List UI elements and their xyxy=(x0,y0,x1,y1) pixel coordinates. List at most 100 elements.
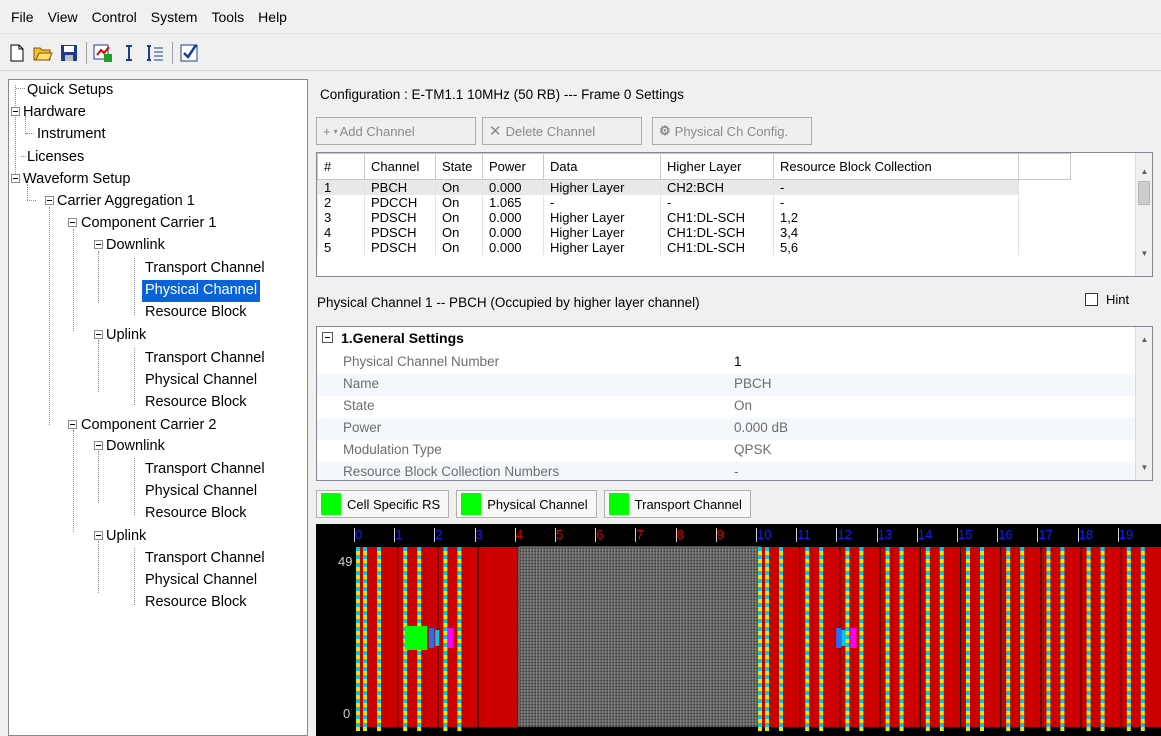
column-header[interactable]: Power xyxy=(482,153,544,180)
scroll-down-icon[interactable]: ▼ xyxy=(1136,249,1152,258)
column-header[interactable]: State xyxy=(435,153,483,180)
reference-signal xyxy=(980,555,984,559)
hint-checkbox[interactable]: Hint xyxy=(1085,292,1129,307)
tree-item-cc2-dl-physical-channel[interactable]: Physical Channel xyxy=(142,481,260,503)
cell xyxy=(1018,179,1071,195)
reference-signal xyxy=(1126,599,1131,603)
save-icon[interactable] xyxy=(58,42,80,64)
checkbox-box[interactable] xyxy=(1085,293,1098,306)
reference-signal xyxy=(819,727,824,731)
physical-ch-config-button[interactable]: ⚙ Physical Ch Config. xyxy=(652,117,812,145)
reference-signal xyxy=(859,715,864,719)
property-row[interactable]: Modulation Type QPSK xyxy=(317,440,1137,462)
column-header[interactable]: Higher Layer xyxy=(660,153,774,180)
tree-item-carrier-aggregation[interactable]: Carrier Aggregation 1 xyxy=(54,191,198,213)
table-row[interactable]: 2 PDCCH On 1.065 - - - xyxy=(317,195,1071,210)
tree-item-cc2-uplink[interactable]: Uplink xyxy=(103,526,149,548)
legend-cell-specific-rs[interactable]: Cell Specific RS xyxy=(316,490,450,518)
column-header[interactable]: Data xyxy=(543,153,661,180)
tree-item-component-carrier-2[interactable]: Component Carrier 2 xyxy=(78,415,219,437)
checklist-icon[interactable] xyxy=(178,42,200,64)
reference-signal xyxy=(779,647,783,651)
tree-item-cc2-downlink[interactable]: Downlink xyxy=(103,436,168,458)
new-file-icon[interactable] xyxy=(6,42,28,64)
column-header[interactable]: Resource Block Collection xyxy=(773,153,1019,180)
property-row[interactable]: Power 0.000 dB xyxy=(317,418,1137,440)
legend-physical-channel[interactable]: Physical Channel xyxy=(456,490,597,518)
tree-item-cc1-ul-physical-channel[interactable]: Physical Channel xyxy=(142,370,260,392)
tree-item-cc1-ul-transport-channel[interactable]: Transport Channel xyxy=(142,348,268,370)
reference-signal xyxy=(1086,663,1091,667)
property-category[interactable]: 1.General Settings xyxy=(317,329,1137,351)
menu-file[interactable]: File xyxy=(4,9,41,25)
table-row[interactable]: 1 PBCH On 0.000 Higher Layer CH2:BCH - xyxy=(317,179,1071,195)
reference-signal xyxy=(899,587,904,591)
resource-block-map[interactable]: 49 0 0 1 2 3 4 5 6 7 8 9 10 11 12 13 14 15 16 17 18 19 xyxy=(316,524,1161,736)
tree-item-cc1-downlink[interactable]: Downlink xyxy=(103,235,168,257)
column-header[interactable]: # xyxy=(317,153,365,180)
tree-item-waveform-setup[interactable]: Waveform Setup xyxy=(20,169,133,191)
tree-item-cc2-ul-physical-channel[interactable]: Physical Channel xyxy=(142,570,260,592)
reference-signal xyxy=(1060,719,1065,723)
menu-tools[interactable]: Tools xyxy=(204,9,251,25)
reference-signal xyxy=(356,563,360,567)
cc2-downlink-collapse-toggle[interactable] xyxy=(94,441,103,450)
tree-item-cc2-ul-resource-block[interactable]: Resource Block xyxy=(142,592,250,614)
tree-item-cc1-dl-transport-channel[interactable]: Transport Channel xyxy=(142,258,268,280)
waveform-setup-collapse-toggle[interactable] xyxy=(11,174,20,183)
cc1-uplink-collapse-toggle[interactable] xyxy=(94,330,103,339)
tree-item-quick-setups[interactable]: Quick Setups xyxy=(24,80,116,102)
tree-item-cc1-dl-physical-channel[interactable]: Physical Channel xyxy=(142,280,261,302)
hardware-collapse-toggle[interactable] xyxy=(11,107,20,116)
menu-help[interactable]: Help xyxy=(251,9,294,25)
collapse-icon[interactable] xyxy=(322,332,333,343)
tree-item-cc2-dl-resource-block[interactable]: Resource Block xyxy=(142,503,250,525)
property-row[interactable]: State On xyxy=(317,396,1137,418)
tree-item-cc1-dl-resource-block[interactable]: Resource Block xyxy=(142,302,250,324)
reference-signal xyxy=(1140,583,1145,587)
cc2-uplink-collapse-toggle[interactable] xyxy=(94,531,103,540)
property-row[interactable]: Resource Block Collection Numbers - xyxy=(317,462,1137,480)
list-icon[interactable] xyxy=(144,42,166,64)
property-row[interactable]: Name PBCH xyxy=(317,374,1137,396)
property-row[interactable]: Physical Channel Number 1 xyxy=(317,352,1137,374)
reference-signal xyxy=(845,563,850,567)
scroll-up-icon[interactable]: ▲ xyxy=(1136,167,1152,176)
menu-system[interactable]: System xyxy=(144,9,205,25)
menu-view[interactable]: View xyxy=(41,9,85,25)
reference-signal xyxy=(845,615,850,619)
scrollbar-thumb[interactable] xyxy=(1138,181,1150,205)
table-scrollbar[interactable]: ▲ ▼ xyxy=(1135,153,1152,276)
scroll-down-icon[interactable]: ▼ xyxy=(1136,463,1152,472)
menu-control[interactable]: Control xyxy=(85,9,144,25)
property-scrollbar[interactable]: ▲ ▼ xyxy=(1135,327,1152,480)
delete-channel-button[interactable]: ✕ Delete Channel xyxy=(482,117,642,145)
tree-item-cc1-uplink[interactable]: Uplink xyxy=(103,325,149,347)
carrier-aggregation-collapse-toggle[interactable] xyxy=(45,196,54,205)
slot-number-label: 13 xyxy=(877,527,893,542)
insert-icon[interactable] xyxy=(118,42,140,64)
tree-item-licenses[interactable]: Licenses xyxy=(24,147,87,169)
tree-item-hardware[interactable]: Hardware xyxy=(20,102,89,124)
reference-signal xyxy=(885,703,890,707)
reference-signal xyxy=(443,607,448,611)
add-channel-button[interactable]: + ▾ Add Channel xyxy=(316,117,476,145)
column-header[interactable]: Channel xyxy=(364,153,436,180)
table-row[interactable]: 3 PDSCH On 0.000 Higher Layer CH1:DL-SCH… xyxy=(317,210,1071,225)
table-row[interactable]: 5 PDSCH On 0.000 Higher Layer CH1:DL-SCH… xyxy=(317,240,1071,255)
scroll-up-icon[interactable]: ▲ xyxy=(1136,335,1152,344)
tree-item-component-carrier-1[interactable]: Component Carrier 1 xyxy=(78,213,219,235)
export-icon[interactable] xyxy=(92,42,114,64)
cc1-collapse-toggle[interactable] xyxy=(68,218,77,227)
legend-transport-channel[interactable]: Transport Channel xyxy=(603,490,751,518)
cc1-downlink-collapse-toggle[interactable] xyxy=(94,240,103,249)
table-row[interactable]: 4 PDSCH On 0.000 Higher Layer CH1:DL-SCH… xyxy=(317,225,1071,240)
tree-item-instrument[interactable]: Instrument xyxy=(34,124,109,146)
reference-signal xyxy=(377,659,381,663)
tree-item-cc2-ul-transport-channel[interactable]: Transport Channel xyxy=(142,548,268,570)
open-folder-icon[interactable] xyxy=(32,42,54,64)
tree-item-cc1-ul-resource-block[interactable]: Resource Block xyxy=(142,392,250,414)
cc2-collapse-toggle[interactable] xyxy=(68,420,77,429)
reference-signal xyxy=(779,711,783,715)
tree-item-cc2-dl-transport-channel[interactable]: Transport Channel xyxy=(142,459,268,481)
